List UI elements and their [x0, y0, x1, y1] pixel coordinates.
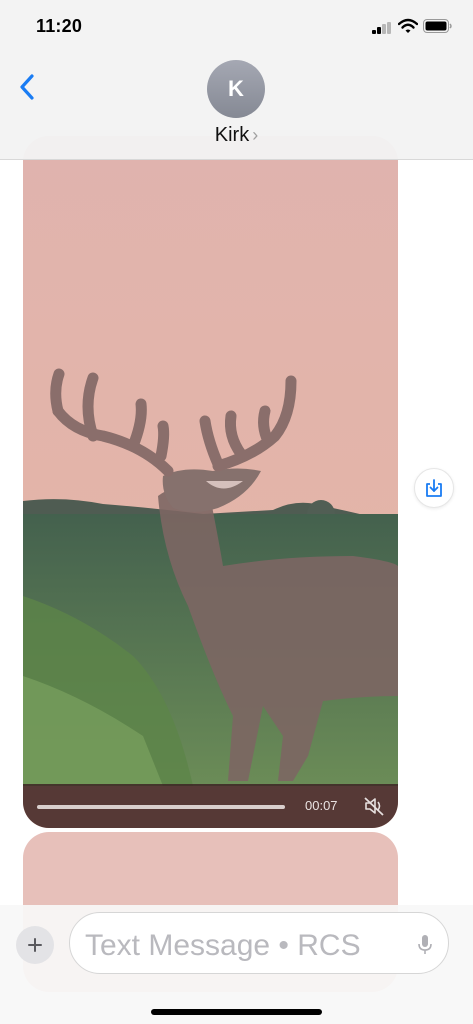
- home-indicator: [151, 1009, 322, 1015]
- back-button[interactable]: [14, 70, 44, 104]
- avatar-initial: K: [228, 76, 244, 101]
- save-button[interactable]: [414, 468, 454, 508]
- status-bar: 11:20: [0, 0, 473, 56]
- chevron-right-icon: ›: [252, 125, 259, 145]
- add-attachment-button[interactable]: [16, 926, 54, 964]
- video-message[interactable]: 00:07: [23, 136, 398, 828]
- compose-bar: Text Message • RCS: [0, 905, 473, 1024]
- battery-icon: [423, 19, 452, 33]
- wifi-icon: [398, 18, 418, 33]
- video-controls: 00:07: [23, 784, 398, 828]
- save-to-photos-icon: [426, 479, 442, 497]
- cellular-signal-icon: [372, 22, 392, 34]
- message-input[interactable]: Text Message • RCS: [69, 912, 449, 974]
- avatar[interactable]: K: [207, 60, 265, 118]
- contact-name[interactable]: Kirk ›: [0, 124, 473, 147]
- video-duration: 00:07: [305, 798, 338, 813]
- message-placeholder: Text Message • RCS: [85, 929, 361, 962]
- deer-video-thumbnail: [23, 136, 398, 828]
- microphone-icon[interactable]: [417, 933, 433, 957]
- mute-icon[interactable]: [363, 795, 385, 817]
- video-progress-bar[interactable]: [37, 805, 285, 809]
- plus-icon: [28, 938, 42, 952]
- status-time: 11:20: [36, 16, 83, 36]
- contact-name-label: Kirk: [214, 124, 250, 146]
